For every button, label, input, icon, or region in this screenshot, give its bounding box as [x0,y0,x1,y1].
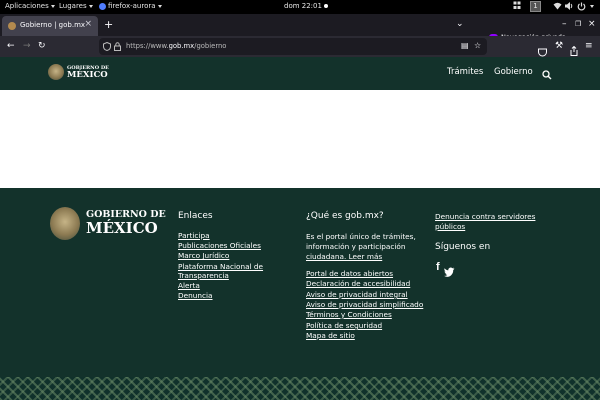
forward-icon[interactable]: → [23,41,31,51]
denuncia-servidores-link[interactable]: Denuncia contra servidores [435,212,535,222]
extensions-icon[interactable]: ⚒ [555,41,563,51]
lock-icon[interactable] [114,42,121,53]
active-app-label: firefox-aurora [108,2,156,10]
minimize-icon[interactable]: – [562,19,567,29]
url-bar[interactable]: https://www.gob.mx/gobierno ▤ ☆ [99,38,487,55]
wifi-icon[interactable] [553,2,562,12]
applications-menu-label: Aplicaciones [5,2,49,10]
que-es-heading: ¿Qué es gob.mx? [306,211,384,221]
footer-coat-of-arms-icon [50,207,80,240]
header-logo-line2: MÉXICO [67,70,108,80]
denuncia-servidores-link-cont[interactable]: públicos [435,222,465,232]
footer-link-marco-juridico[interactable]: Marco Jurídico [178,251,229,261]
coat-of-arms-icon [48,64,64,80]
url-path: /gobierno [194,42,227,50]
tab-title: Gobierno | gob.mx [20,21,86,29]
firefox-icon [99,2,106,10]
footer-link-alerta[interactable]: Alerta [178,281,200,291]
reader-view-icon[interactable]: ▤ [461,41,469,51]
footer-link-privacidad-simplificado[interactable]: Aviso de privacidad simplificado [306,300,423,310]
places-menu[interactable]: Lugares [59,2,93,10]
footer-link-publicaciones[interactable]: Publicaciones Oficiales [178,241,261,251]
window-list-icon[interactable] [513,1,521,12]
tracking-protection-icon[interactable] [103,41,111,53]
footer-link-transparencia-cont[interactable]: Transparencia [178,271,229,281]
search-icon[interactable] [542,65,552,84]
footer-logo-line2: MÉXICO [86,219,158,237]
que-es-text-2: información y participación [306,242,406,251]
hamburger-menu-icon[interactable]: ≡ [585,41,593,51]
que-es-text-1: Es el portal único de trámites, [306,232,416,241]
power-icon[interactable] [577,2,586,13]
site-footer: GOBIERNO DE MÉXICO Enlaces Participa Pub… [0,188,600,377]
nav-tramites[interactable]: Trámites [447,67,483,77]
close-window-icon[interactable]: × [588,19,596,29]
applications-menu[interactable]: Aplicaciones [5,2,55,10]
navigation-toolbar: ← → ↻ https://www.gob.mx/gobierno ▤ ☆ ⚒ … [0,36,600,57]
notification-dot-icon [324,4,329,8]
leer-mas-link[interactable]: ciudadana. Leer más [306,252,382,262]
chevron-down-icon [88,4,93,8]
chevron-down-icon[interactable] [588,2,594,10]
system-top-bar: Aplicaciones Lugares firefox-aurora dom … [0,0,600,14]
nav-gobierno[interactable]: Gobierno [494,67,533,77]
reload-icon[interactable]: ↻ [38,41,46,51]
footer-link-mapa-sitio[interactable]: Mapa de sitio [306,331,355,341]
page-content [0,90,600,188]
url-text: https://www.gob.mx/gobierno [126,42,226,50]
workspace-number: 1 [533,2,538,10]
chevron-down-icon [50,4,55,8]
restore-icon[interactable]: ❐ [575,19,581,29]
tab-gobierno[interactable]: Gobierno | gob.mx × [2,16,98,36]
chevron-down-icon [157,4,162,8]
footer-link-datos-abiertos[interactable]: Portal de datos abiertos [306,269,393,279]
close-tab-icon[interactable]: × [84,19,92,29]
url-host: gob.mx [168,42,195,50]
tab-strip: Gobierno | gob.mx × + ⌄ Navegación priva… [0,14,600,41]
twitter-icon[interactable] [444,262,455,281]
facebook-icon[interactable]: f [436,261,440,273]
url-prefix: https://www. [126,42,169,50]
places-menu-label: Lugares [59,2,87,10]
footer-link-privacidad-integral[interactable]: Aviso de privacidad integral [306,290,408,300]
enlaces-heading: Enlaces [178,211,213,221]
footer-link-denuncia[interactable]: Denuncia [178,291,213,301]
gobmx-favicon-icon [8,22,16,30]
footer-decorative-pattern [0,377,600,400]
clock[interactable]: dom 22:01 [284,2,329,10]
clock-label: dom 22:01 [284,2,322,10]
footer-link-seguridad[interactable]: Política de seguridad [306,321,382,331]
bookmark-star-icon[interactable]: ☆ [474,41,481,51]
footer-link-accesibilidad[interactable]: Declaración de accesibilidad [306,279,410,289]
footer-link-terminos[interactable]: Términos y Condiciones [306,310,392,320]
list-all-tabs-icon[interactable]: ⌄ [456,19,464,29]
new-tab-icon[interactable]: + [104,19,113,30]
footer-link-participa[interactable]: Participa [178,231,210,241]
back-icon[interactable]: ← [7,41,15,51]
siguenos-heading: Síguenos en [435,242,491,252]
active-app-menu[interactable]: firefox-aurora [99,2,162,10]
volume-icon[interactable] [565,2,574,12]
workspace-indicator[interactable]: 1 [530,1,541,12]
